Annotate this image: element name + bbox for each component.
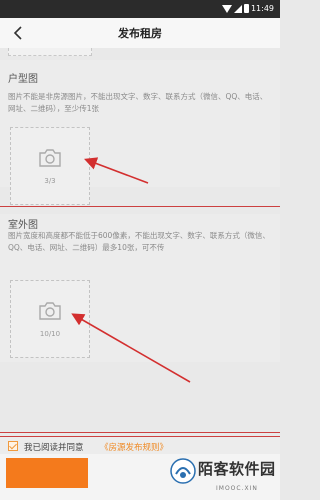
- camera-icon: [39, 302, 61, 320]
- watermark-logo-icon: [170, 458, 196, 484]
- watermark-brand: 陌客软件园: [198, 460, 276, 478]
- floor-plan-upload[interactable]: 3/3: [10, 127, 90, 205]
- signal-icon: [234, 5, 242, 13]
- section-divider: [0, 432, 280, 433]
- page-title: 发布租房: [118, 27, 162, 40]
- section-title: 户型图: [8, 74, 38, 85]
- rules-link[interactable]: 《房源发布规则》: [100, 441, 168, 453]
- section-description: 图片不能是非房源图片，不能出现文字、数字、联系方式（微信、QQ、电话、网址、二维…: [8, 92, 268, 113]
- upload-count: 3/3: [44, 177, 56, 185]
- section-title: 室外图: [8, 220, 38, 231]
- previous-photo-slot: [8, 48, 92, 56]
- status-time: 11:49: [250, 4, 274, 13]
- battery-icon: [244, 4, 249, 13]
- section-divider: [0, 206, 280, 207]
- watermark-site: IMOOC.XIN: [216, 485, 258, 492]
- agreement-text: 我已阅读并同意: [24, 443, 84, 453]
- checkbox-checked-icon[interactable]: [8, 441, 18, 451]
- submit-button[interactable]: [6, 458, 88, 488]
- section-description: 图片宽度和高度都不能低于600像素，不能出现文字、数字、联系方式（微信、QQ、电…: [8, 231, 270, 252]
- exterior-upload[interactable]: 10/10: [10, 280, 90, 358]
- wifi-icon: [222, 5, 232, 13]
- header-bar: 发布租房: [0, 18, 280, 48]
- agreement-row: 我已阅读并同意 《房源发布规则》: [0, 436, 280, 454]
- upload-count: 10/10: [39, 330, 61, 338]
- status-bar: 11:49: [0, 0, 280, 18]
- camera-icon: [39, 149, 61, 167]
